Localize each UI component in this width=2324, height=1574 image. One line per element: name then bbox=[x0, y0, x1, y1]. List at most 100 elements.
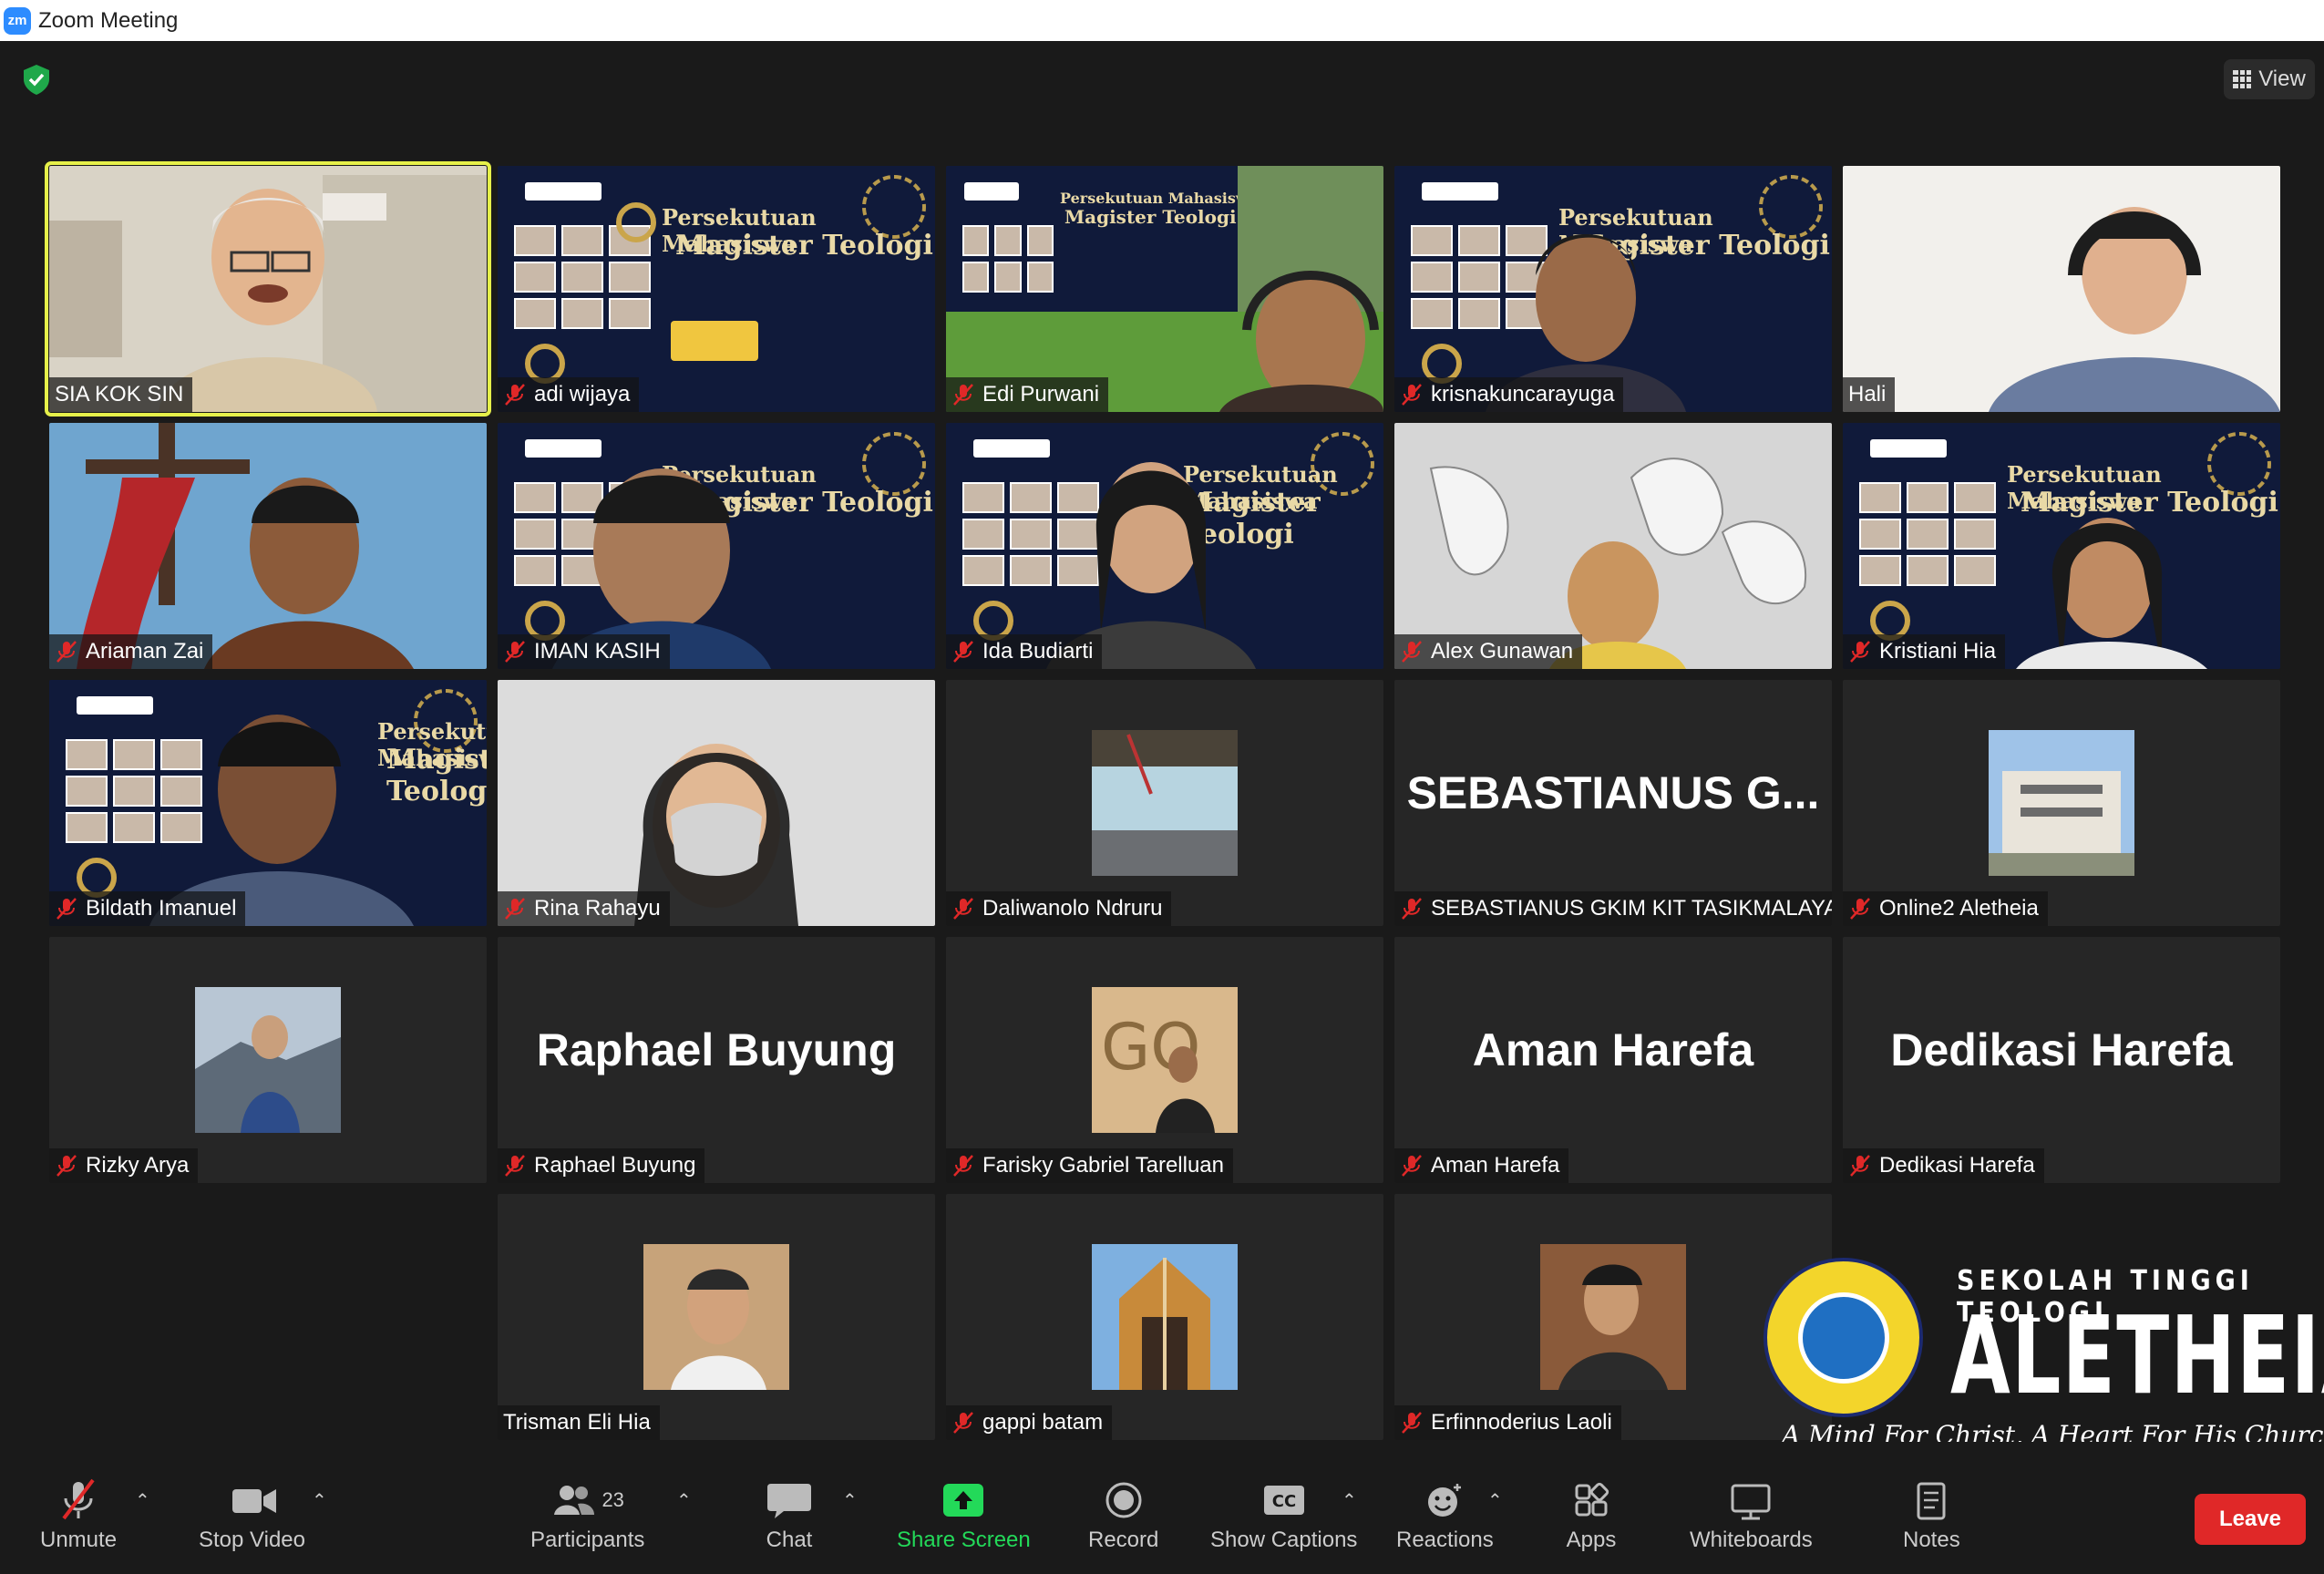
participant-nameplate: Kristiani Hia bbox=[1843, 634, 2006, 669]
muted-mic-icon bbox=[953, 1155, 973, 1177]
participant-tile[interactable]: Persekutuan Mahasiswa Magister Teologi E… bbox=[946, 166, 1383, 412]
participant-tile[interactable]: Persekutuan Mahasiswa Magister Teologi k… bbox=[1394, 166, 1832, 412]
participant-tile[interactable]: Daliwanolo Ndruru bbox=[946, 680, 1383, 926]
participant-nameplate: Rina Rahayu bbox=[498, 891, 670, 926]
record-button[interactable]: Record bbox=[1088, 1478, 1158, 1553]
participant-display-name: Raphael Buyung bbox=[536, 1024, 897, 1075]
view-button[interactable]: View bbox=[2224, 59, 2315, 99]
muted-mic-icon bbox=[1402, 1155, 1422, 1177]
participant-tile[interactable]: GO Farisky Gabriel Tarelluan bbox=[946, 937, 1383, 1183]
participant-name: Online2 Aletheia bbox=[1879, 896, 2039, 921]
captions-options-chevron-up-icon[interactable]: ⌃ bbox=[1342, 1489, 1357, 1512]
record-icon bbox=[1105, 1482, 1142, 1518]
muted-mic-icon bbox=[505, 898, 525, 920]
security-shield-icon[interactable] bbox=[18, 61, 55, 98]
participant-tile[interactable]: SIA KOK SIN bbox=[45, 161, 491, 417]
participant-nameplate: Bildath Imanuel bbox=[49, 891, 246, 926]
muted-mic-icon bbox=[1850, 641, 1870, 663]
muted-mic-icon bbox=[1402, 384, 1422, 406]
participant-tile[interactable]: Rizky Arya bbox=[49, 937, 487, 1183]
muted-mic-icon bbox=[953, 641, 973, 663]
participant-nameplate: Online2 Aletheia bbox=[1843, 891, 2048, 926]
participant-tile[interactable]: Persekutuan Mahasiswa Magister Teologi I… bbox=[946, 423, 1383, 669]
participant-name: Trisman Eli Hia bbox=[503, 1410, 651, 1435]
participant-video bbox=[1486, 234, 1686, 412]
participant-tile[interactable]: Trisman Eli Hia bbox=[498, 1194, 935, 1440]
muted-mic-icon bbox=[953, 898, 973, 920]
apps-button[interactable]: Apps bbox=[1564, 1478, 1619, 1553]
audio-options-chevron-up-icon[interactable]: ⌃ bbox=[135, 1489, 150, 1512]
participants-options-chevron-up-icon[interactable]: ⌃ bbox=[676, 1489, 692, 1512]
chat-bubble-icon bbox=[767, 1484, 811, 1518]
participant-tile[interactable]: Hali bbox=[1843, 166, 2280, 412]
participant-tile[interactable]: Dedikasi Harefa Dedikasi Harefa bbox=[1843, 937, 2280, 1183]
participant-video bbox=[552, 468, 771, 669]
video-options-chevron-up-icon[interactable]: ⌃ bbox=[312, 1489, 327, 1512]
participant-tile[interactable]: Aman Harefa Aman Harefa bbox=[1394, 937, 1832, 1183]
participant-tile[interactable]: Online2 Aletheia bbox=[1843, 680, 2280, 926]
share-screen-button[interactable]: Share Screen bbox=[897, 1478, 1031, 1553]
notes-button[interactable]: Notes bbox=[1903, 1478, 1960, 1553]
show-captions-button[interactable]: CC Show Captions bbox=[1210, 1478, 1357, 1553]
leave-button[interactable]: Leave bbox=[2195, 1494, 2306, 1545]
participant-nameplate: Daliwanolo Ndruru bbox=[946, 891, 1172, 926]
participant-tile[interactable]: gappi batam bbox=[946, 1194, 1383, 1440]
participant-nameplate: SIA KOK SIN bbox=[49, 377, 193, 412]
participant-name: Dedikasi Harefa bbox=[1879, 1153, 2035, 1178]
profile-picture: GO bbox=[1092, 987, 1238, 1133]
reactions-options-chevron-up-icon[interactable]: ⌃ bbox=[1487, 1489, 1503, 1512]
muted-mic-icon bbox=[1850, 898, 1870, 920]
participant-name: adi wijaya bbox=[534, 382, 631, 406]
aletheia-seal-icon bbox=[1764, 1258, 1923, 1417]
profile-picture bbox=[1092, 730, 1238, 876]
show-captions-label: Show Captions bbox=[1210, 1528, 1358, 1552]
participant-video bbox=[1394, 423, 1832, 669]
participant-tile[interactable]: Alex Gunawan bbox=[1394, 423, 1832, 669]
chat-options-chevron-up-icon[interactable]: ⌃ bbox=[842, 1489, 858, 1512]
participant-video bbox=[946, 166, 1383, 412]
participant-nameplate: Ida Budiarti bbox=[946, 634, 1103, 669]
video-camera-icon bbox=[231, 1489, 276, 1513]
participants-label: Participants bbox=[530, 1528, 645, 1552]
share-screen-label: Share Screen bbox=[897, 1528, 1031, 1552]
muted-mic-icon bbox=[62, 1478, 95, 1520]
participant-nameplate: Alex Gunawan bbox=[1394, 634, 1583, 669]
muted-mic-icon bbox=[505, 1155, 525, 1177]
participant-tile[interactable]: Persekutuan Mahasiswa Magister Teologi a… bbox=[498, 166, 935, 412]
participant-video bbox=[49, 166, 487, 412]
participant-tile[interactable]: Persekutuan Mahasiswa Magister Teologi I… bbox=[498, 423, 935, 669]
window-title: Zoom Meeting bbox=[38, 7, 179, 33]
whiteboard-icon bbox=[1731, 1484, 1771, 1520]
reactions-button[interactable]: Reactions bbox=[1396, 1478, 1494, 1553]
brand-title: ALETHEIA bbox=[1950, 1292, 2324, 1418]
participant-name: Daliwanolo Ndruru bbox=[982, 896, 1163, 921]
participant-tile[interactable]: Persekutuan Mahasiswa Magister Teologi B… bbox=[49, 680, 487, 926]
participant-name: Kristiani Hia bbox=[1879, 639, 1997, 664]
profile-picture bbox=[643, 1244, 789, 1390]
participant-video bbox=[2016, 518, 2207, 669]
window-titlebar: zm Zoom Meeting bbox=[0, 0, 2324, 41]
participants-button[interactable]: 23 Participants bbox=[530, 1478, 644, 1553]
participant-tile[interactable]: Persekutuan Mahasiswa Magister Teologi K… bbox=[1843, 423, 2280, 669]
view-label: View bbox=[2258, 67, 2306, 91]
participant-name: Aman Harefa bbox=[1431, 1153, 1560, 1178]
participant-name: Raphael Buyung bbox=[534, 1153, 696, 1178]
participant-video bbox=[498, 680, 935, 926]
profile-picture bbox=[1540, 1244, 1686, 1390]
participant-tile[interactable]: Ariaman Zai bbox=[49, 423, 487, 669]
muted-mic-icon bbox=[1850, 1155, 1870, 1177]
chat-button[interactable]: Chat bbox=[762, 1478, 817, 1553]
unmute-button[interactable]: Unmute bbox=[40, 1478, 117, 1553]
participant-video bbox=[49, 423, 487, 669]
participant-name: gappi batam bbox=[982, 1410, 1104, 1435]
participant-name: Farisky Gabriel Tarelluan bbox=[982, 1153, 1224, 1178]
participant-tile[interactable]: SEBASTIANUS G... SEBASTIANUS GKIM KIT TA… bbox=[1394, 680, 1832, 926]
participant-tile[interactable]: Raphael Buyung Raphael Buyung bbox=[498, 937, 935, 1183]
participant-display-name: Dedikasi Harefa bbox=[1890, 1024, 2233, 1075]
participant-name: Erfinnoderius Laoli bbox=[1431, 1410, 1612, 1435]
whiteboards-button[interactable]: Whiteboards bbox=[1690, 1478, 1813, 1553]
participant-nameplate: Aman Harefa bbox=[1394, 1148, 1569, 1183]
stop-video-button[interactable]: Stop Video bbox=[199, 1478, 305, 1553]
participant-video bbox=[149, 715, 414, 926]
participant-tile[interactable]: Rina Rahayu bbox=[498, 680, 935, 926]
